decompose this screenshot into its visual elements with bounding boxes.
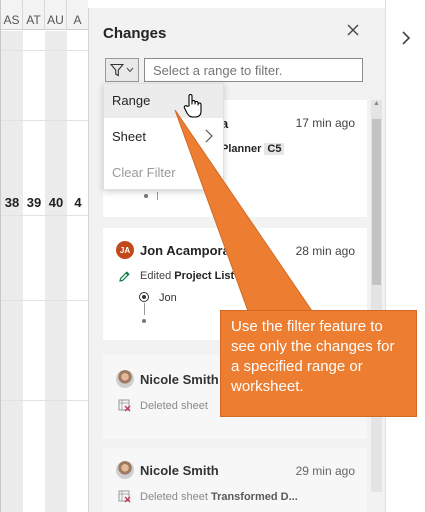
change-card[interactable]: Nicole Smith 29 min ago Deleted sheet Tr… [103,448,367,512]
row-divider [1,300,88,301]
filter-button[interactable] [105,58,139,82]
column-header[interactable]: AU [45,0,67,30]
column-shade [1,31,23,512]
card-edit-line: Edited Project List [140,270,234,282]
timeline-line [144,303,145,315]
menu-item-sheet[interactable]: Sheet [104,120,223,154]
right-edge [385,0,425,512]
scroll-up-arrow-icon[interactable]: ▲ [371,100,382,110]
card-author-name: Nicole Smith [140,463,219,478]
value-row: 38 39 40 4 [1,195,88,210]
card-author-name: Nicole Smith [140,372,219,387]
filter-menu: Range Sheet Clear Filter [103,83,224,190]
column-shade [45,31,67,512]
card-timestamp: 29 min ago [295,464,355,478]
menu-item-range[interactable]: Range [104,84,223,118]
row-divider [1,400,88,401]
scroll-thumb[interactable] [372,119,381,285]
delete-sheet-icon [118,490,131,503]
scrollbar[interactable]: ▲ [371,100,382,492]
delete-sheet-icon [118,399,131,412]
cell-value[interactable]: 40 [45,195,67,210]
avatar: JA [116,241,134,259]
panel-title: Changes [103,25,167,42]
menu-item-clear-filter[interactable]: Clear Filter [104,156,223,190]
card-edit-line: Deleted sheet [140,400,208,412]
avatar [116,461,134,479]
menu-item-label: Clear Filter [112,165,176,180]
filter-range-input[interactable] [144,58,363,82]
cell-value[interactable]: 38 [1,195,23,210]
cell-reference-badge[interactable]: C5 [264,143,285,155]
timeline-line [157,192,158,200]
cell-value[interactable]: 39 [23,195,45,210]
card-edit-line: Planner C5 [221,143,285,155]
chevron-right-icon [205,129,213,143]
menu-item-label: Range [112,93,151,108]
card-timestamp: 17 min ago [295,116,355,130]
column-header[interactable]: A [67,0,88,30]
pencil-icon [119,271,130,282]
row-divider [1,215,88,216]
column-header[interactable]: AT [23,0,45,30]
timeline-dot [142,319,146,323]
timeline-node [139,292,149,302]
cell-value[interactable]: 4 [67,195,88,210]
expand-chevron-icon[interactable] [401,31,411,45]
row-divider [1,120,88,121]
callout-tooltip: Use the filter feature to see only the c… [220,310,417,417]
timeline-dot [144,194,148,198]
card-target[interactable]: Transformed D... [211,491,298,503]
card-action: Edited [140,270,172,282]
card-target[interactable]: Project List [174,270,234,282]
filter-icon [110,63,124,77]
column-headers: AS AT AU A [1,0,88,30]
column-header[interactable]: AS [1,0,23,30]
card-target[interactable]: Planner [221,143,261,155]
menu-item-label: Sheet [112,129,146,144]
card-action: Deleted sheet [140,491,208,503]
hand-cursor-icon [183,94,202,118]
avatar [116,370,134,388]
close-button[interactable] [345,24,361,40]
card-action: Deleted sheet [140,400,208,412]
card-edit-line: Deleted sheet Transformed D... [140,491,298,503]
chevron-down-icon [126,67,134,73]
card-timestamp: 28 min ago [295,244,355,258]
close-icon [347,24,359,36]
row-divider [1,50,88,51]
spreadsheet-grid: AS AT AU A 38 39 40 4 [0,0,88,512]
card-author-name: Jon Acampora [140,243,230,258]
changed-value: Jon [159,292,177,304]
